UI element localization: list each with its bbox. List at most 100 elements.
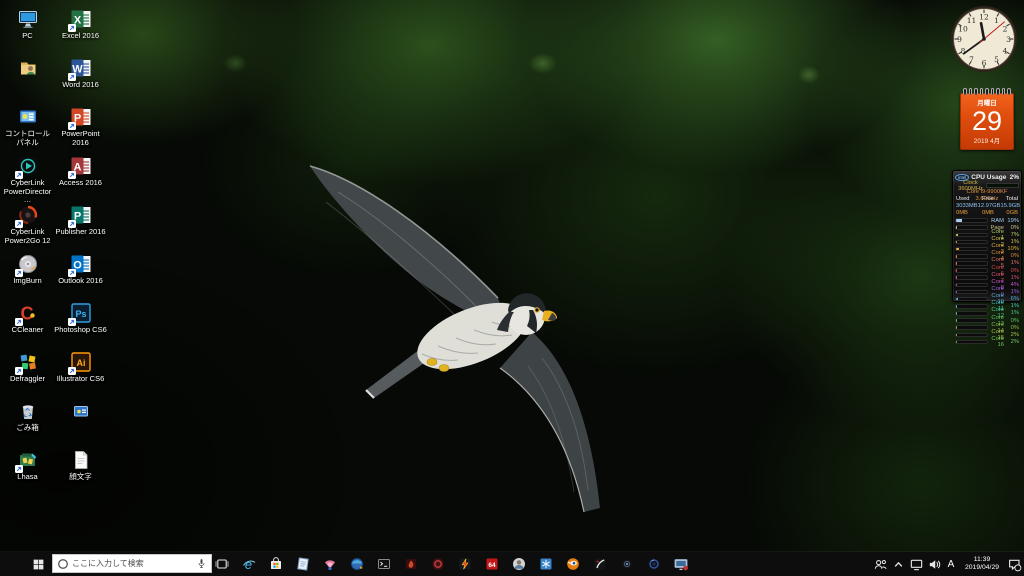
svg-text:10: 10: [958, 25, 968, 34]
tray-clock[interactable]: 11:39 2019/04/29: [960, 556, 1004, 572]
memory-column-headers: UsedFreeTotal: [955, 196, 1019, 203]
taskbar-icon-lens-app[interactable]: [646, 556, 662, 572]
pagefile-values-row: 0MB0MB0GB: [955, 210, 1019, 217]
desktop-icon-ccleaner[interactable]: CCCleaner: [1, 294, 54, 343]
taskbar-icon-red-app-1[interactable]: [403, 556, 419, 572]
hidden-icons-chevron-icon[interactable]: [891, 557, 906, 572]
desktop-icon-blue-panel[interactable]: [54, 392, 107, 441]
svg-text:2: 2: [1003, 25, 1008, 34]
outlook-2016-icon: O: [70, 253, 92, 275]
cpu-mini-graph: [986, 183, 1019, 188]
speaker-icon[interactable]: [927, 557, 942, 572]
taskbar-icon-display-app[interactable]: [673, 556, 689, 572]
action-center-icon[interactable]: [1007, 557, 1022, 572]
desktop-icon-control-panel[interactable]: コントロール パネル: [1, 98, 54, 147]
calendar-gadget[interactable]: 月曜日 29 2019 4月: [960, 86, 1014, 150]
shortcut-arrow-icon: [68, 171, 76, 179]
cpu-meter-gadget[interactable]: intel CPU Usage 2% Clock 3600MHz Core i9…: [952, 170, 1022, 302]
meter-bar: [955, 261, 988, 266]
search-input[interactable]: [69, 559, 196, 568]
tray-date: 2019/04/29: [960, 564, 1004, 572]
microphone-icon[interactable]: [196, 558, 207, 569]
desktop-icon-excel-2016[interactable]: XExcel 2016: [54, 0, 107, 49]
desktop-icon-illustrator-cs6[interactable]: AiIllustrator CS6: [54, 343, 107, 392]
calendar-day: 29: [961, 107, 1013, 135]
start-button[interactable]: [26, 552, 50, 576]
shortcut-arrow-icon: [15, 465, 23, 473]
blue-panel-icon: [70, 400, 92, 422]
taskbar-icon-camera-app[interactable]: [619, 556, 635, 572]
meter-value: 4%: [1004, 282, 1019, 288]
desktop-icon-label: コントロール パネル: [1, 130, 54, 147]
meter-value: 0%: [1004, 225, 1019, 231]
taskbar-icon-fan-app[interactable]: [322, 556, 338, 572]
meter-bar: [955, 275, 988, 280]
meter-bar: [955, 240, 988, 245]
calendar-year-month: 2019 4月: [961, 135, 1013, 145]
svg-text:12: 12: [979, 13, 989, 22]
desktop-icon-user-folder[interactable]: [1, 49, 54, 98]
taskbar-icon-microsoft-store[interactable]: [268, 556, 284, 572]
taskbar-icon-hwmonitor-64[interactable]: 64: [484, 556, 500, 572]
excel-2016-icon: X: [70, 8, 92, 30]
cyberlink-power2go-icon: [17, 204, 39, 226]
desktop-icon-label: CyberLink PowerDirector …: [1, 179, 54, 205]
cpu-meter-row: Core 310%: [955, 246, 1019, 253]
access-2016-icon: A: [70, 155, 92, 177]
taskbar-icon-command-prompt[interactable]: [376, 556, 392, 572]
desktop-icon-kaomoji[interactable]: 顔文字: [54, 441, 107, 490]
powerpoint-2016-icon: P: [70, 106, 92, 128]
taskbar-icon-dark-app[interactable]: [592, 556, 608, 572]
svg-text:9: 9: [957, 35, 962, 44]
recycle-bin-icon: [17, 400, 39, 422]
taskbar-icon-hwinfo[interactable]: [457, 556, 473, 572]
desktop-icon-photoshop-cs6[interactable]: PsPhotoshop CS6: [54, 294, 107, 343]
shortcut-arrow-icon: [15, 269, 23, 277]
people-icon[interactable]: [873, 557, 888, 572]
meter-value: 1%: [1004, 310, 1019, 316]
desktop-icon-pc[interactable]: PC: [1, 0, 54, 49]
svg-text:1: 1: [994, 16, 999, 25]
word-2016-icon: W: [70, 57, 92, 79]
cpu-meter-row: Core 71%: [955, 274, 1019, 281]
cortana-icon: [57, 558, 69, 570]
desktop-icon-imgburn[interactable]: ImgBurn: [1, 245, 54, 294]
meter-value: 1%: [1004, 275, 1019, 281]
desktop-icon-publisher-2016[interactable]: PPublisher 2016: [54, 196, 107, 245]
desktop-icon-defraggler[interactable]: Defraggler: [1, 343, 54, 392]
taskbar-search-box[interactable]: [52, 554, 212, 573]
calendar-body: 月曜日 29 2019 4月: [960, 93, 1014, 150]
taskbar-icon-red-app-2[interactable]: [430, 556, 446, 572]
desktop-icon-recycle-bin[interactable]: ごみ箱: [1, 392, 54, 441]
desktop-icon-label: CCleaner: [12, 326, 44, 335]
desktop-icon-label: PowerPoint 2016: [54, 130, 107, 147]
shortcut-arrow-icon: [68, 269, 76, 277]
ime-indicator[interactable]: A: [945, 559, 957, 570]
taskbar-icon-task-view[interactable]: [214, 556, 230, 572]
svg-text:5: 5: [994, 55, 999, 64]
meter-bar: [955, 254, 988, 259]
taskbar-icon-blender[interactable]: [565, 556, 581, 572]
taskbar-icon-notepad[interactable]: [295, 556, 311, 572]
meter-value: 0%: [1004, 253, 1019, 259]
clock-gadget[interactable]: 1212 345 678 91011: [948, 3, 1020, 75]
taskbar-icon-internet-explorer[interactable]: e: [241, 556, 257, 572]
taskbar-icon-user-avatar-app[interactable]: [511, 556, 527, 572]
desktop-icon-label: PC: [22, 32, 32, 41]
desktop-icon-cyberlink-powerdirector[interactable]: CyberLink PowerDirector …: [1, 147, 54, 196]
cpu-meter-row: Core 106%: [955, 296, 1019, 303]
cpu-meter-row: Core 130%: [955, 317, 1019, 324]
meter-label: RAM: [990, 218, 1004, 224]
network-icon[interactable]: [909, 557, 924, 572]
desktop-icon-powerpoint-2016[interactable]: P PowerPoint 2016: [54, 98, 107, 147]
meter-bar: [955, 333, 988, 338]
desktop-icon-word-2016[interactable]: WWord 2016: [54, 49, 107, 98]
taskbar-icon-snowflake-app[interactable]: [538, 556, 554, 572]
desktop-icon-lhasa[interactable]: Lhasa: [1, 441, 54, 490]
cpu-meter-row: Core 40%: [955, 253, 1019, 260]
taskbar-icon-globe-app[interactable]: [349, 556, 365, 572]
desktop-icon-outlook-2016[interactable]: OOutlook 2016: [54, 245, 107, 294]
meter-bar: [955, 304, 988, 309]
cpu-meter-row: Core 60%: [955, 267, 1019, 274]
desktop-icon-access-2016[interactable]: AAccess 2016: [54, 147, 107, 196]
